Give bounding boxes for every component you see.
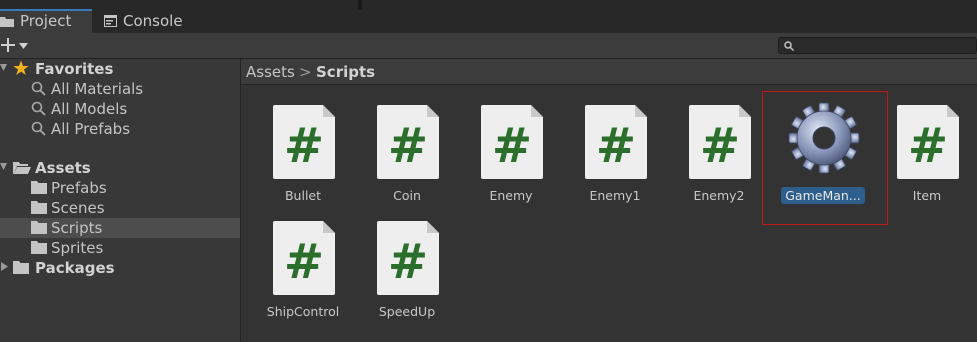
csharp-script-icon: # (377, 105, 439, 179)
sidebar-item-sprites[interactable]: Sprites (0, 238, 240, 258)
csharp-script-icon: # (273, 221, 335, 295)
sidebar-item-favorites[interactable]: Favorites (0, 59, 240, 79)
svg-text:#: # (388, 118, 428, 174)
svg-text:#: # (700, 118, 740, 174)
search-icon (784, 41, 794, 51)
chevron-down-icon[interactable] (0, 163, 7, 172)
sidebar-item-scripts[interactable]: Scripts (0, 218, 240, 238)
window-top-strip (0, 0, 977, 9)
chevron-down-icon[interactable] (0, 64, 7, 73)
sidebar-item-all-models[interactable]: All Models (0, 99, 240, 119)
breadcrumb-separator: > (299, 63, 312, 81)
sidebar-item-all-prefabs[interactable]: All Prefabs (0, 119, 240, 139)
breadcrumb: Assets > Scripts (241, 59, 977, 85)
tab-project[interactable]: Project (0, 9, 92, 33)
asset-name: Item (912, 188, 942, 203)
asset-bullet[interactable]: # Bullet (253, 93, 353, 203)
asset-enemy[interactable]: # Enemy (461, 93, 561, 203)
asset-enemy2[interactable]: # Enemy2 (669, 93, 769, 203)
tab-console[interactable]: Console (104, 9, 204, 33)
search-icon (31, 101, 46, 116)
folder-icon (0, 17, 14, 27)
sidebar-item-label: Sprites (51, 239, 104, 257)
tab-console-label: Console (123, 12, 183, 30)
asset-gamemanager[interactable]: GameMan... (773, 93, 873, 204)
sidebar-item-label: All Models (51, 100, 128, 118)
folder-icon (31, 201, 47, 214)
search-input[interactable] (778, 37, 977, 54)
folder-icon (31, 241, 47, 254)
asset-coin[interactable]: # Coin (357, 93, 457, 203)
favorites-label: Favorites (35, 60, 114, 78)
csharp-script-icon: # (481, 105, 543, 179)
asset-enemy1[interactable]: # Enemy1 (565, 93, 665, 203)
chevron-down-icon[interactable] (19, 43, 28, 49)
csharp-script-icon: # (377, 221, 439, 295)
toolbar (0, 33, 977, 59)
svg-text:#: # (388, 234, 428, 290)
assets-label: Assets (35, 159, 91, 177)
asset-name: Enemy (489, 188, 533, 203)
top-strip-segment (0, 0, 358, 9)
sidebar-item-label: All Materials (51, 80, 144, 98)
sidebar-item-label: Prefabs (51, 179, 107, 197)
asset-name: Coin (393, 188, 421, 203)
star-icon (13, 60, 29, 75)
svg-text:#: # (284, 234, 324, 290)
packages-label: Packages (35, 259, 115, 277)
sidebar: Favorites All Materials All Models All P… (0, 59, 241, 342)
asset-name: Enemy2 (693, 188, 745, 203)
folder-icon (31, 181, 47, 194)
top-strip-segment (362, 0, 977, 9)
tab-bar: Project Console (0, 9, 977, 33)
csharp-script-icon: # (585, 105, 647, 179)
sidebar-item-label: Scripts (51, 219, 103, 237)
csharp-script-icon: # (689, 105, 751, 179)
svg-text:#: # (596, 118, 636, 174)
sidebar-item-all-materials[interactable]: All Materials (0, 79, 240, 99)
breadcrumb-assets[interactable]: Assets (246, 63, 295, 81)
console-icon (104, 15, 117, 27)
sidebar-item-label: Scenes (51, 199, 105, 217)
folder-icon (31, 221, 47, 234)
sidebar-item-label: All Prefabs (51, 120, 131, 138)
chevron-right-icon[interactable] (1, 262, 8, 271)
asset-name-selected: GameMan... (781, 187, 865, 204)
sidebar-item-scenes[interactable]: Scenes (0, 198, 240, 218)
folder-open-icon (13, 162, 31, 174)
asset-speedup[interactable]: # SpeedUp (357, 209, 457, 319)
asset-name: ShipControl (266, 304, 340, 319)
plus-icon[interactable] (1, 38, 15, 52)
asset-shipcontrol[interactable]: # ShipControl (253, 209, 353, 319)
asset-name: SpeedUp (378, 304, 436, 319)
breadcrumb-scripts[interactable]: Scripts (316, 63, 375, 81)
search-icon (31, 121, 46, 136)
gear-icon (788, 102, 860, 174)
sidebar-item-prefabs[interactable]: Prefabs (0, 178, 240, 198)
asset-name: Bullet (284, 188, 322, 203)
asset-item[interactable]: # Item (877, 93, 977, 203)
search-icon (31, 81, 46, 96)
svg-text:#: # (284, 118, 324, 174)
csharp-script-icon: # (273, 105, 335, 179)
asset-name: Enemy1 (589, 188, 641, 203)
sidebar-item-packages[interactable]: Packages (0, 258, 240, 278)
tab-project-label: Project (20, 12, 72, 30)
sidebar-item-assets[interactable]: Assets (0, 158, 240, 178)
svg-text:#: # (908, 118, 948, 174)
csharp-script-icon: # (897, 105, 959, 179)
folder-icon (13, 261, 29, 274)
asset-grid: # Bullet # Coin # Enemy # Enemy1 # Enemy… (241, 85, 977, 342)
svg-text:#: # (492, 118, 532, 174)
asset-name: GameMan... (773, 187, 873, 204)
